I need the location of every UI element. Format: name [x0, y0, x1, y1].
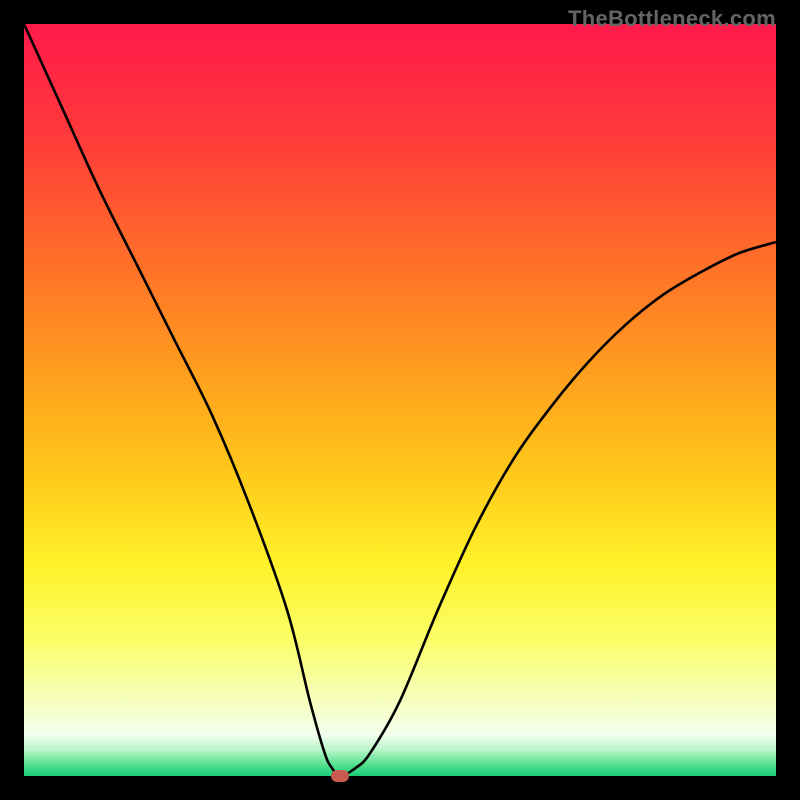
plot-area [24, 24, 776, 776]
watermark-text: TheBottleneck.com [568, 6, 776, 32]
bottleneck-curve [24, 24, 776, 776]
curve-layer [24, 24, 776, 776]
current-point-marker [331, 770, 349, 782]
chart-frame: TheBottleneck.com [0, 0, 800, 800]
